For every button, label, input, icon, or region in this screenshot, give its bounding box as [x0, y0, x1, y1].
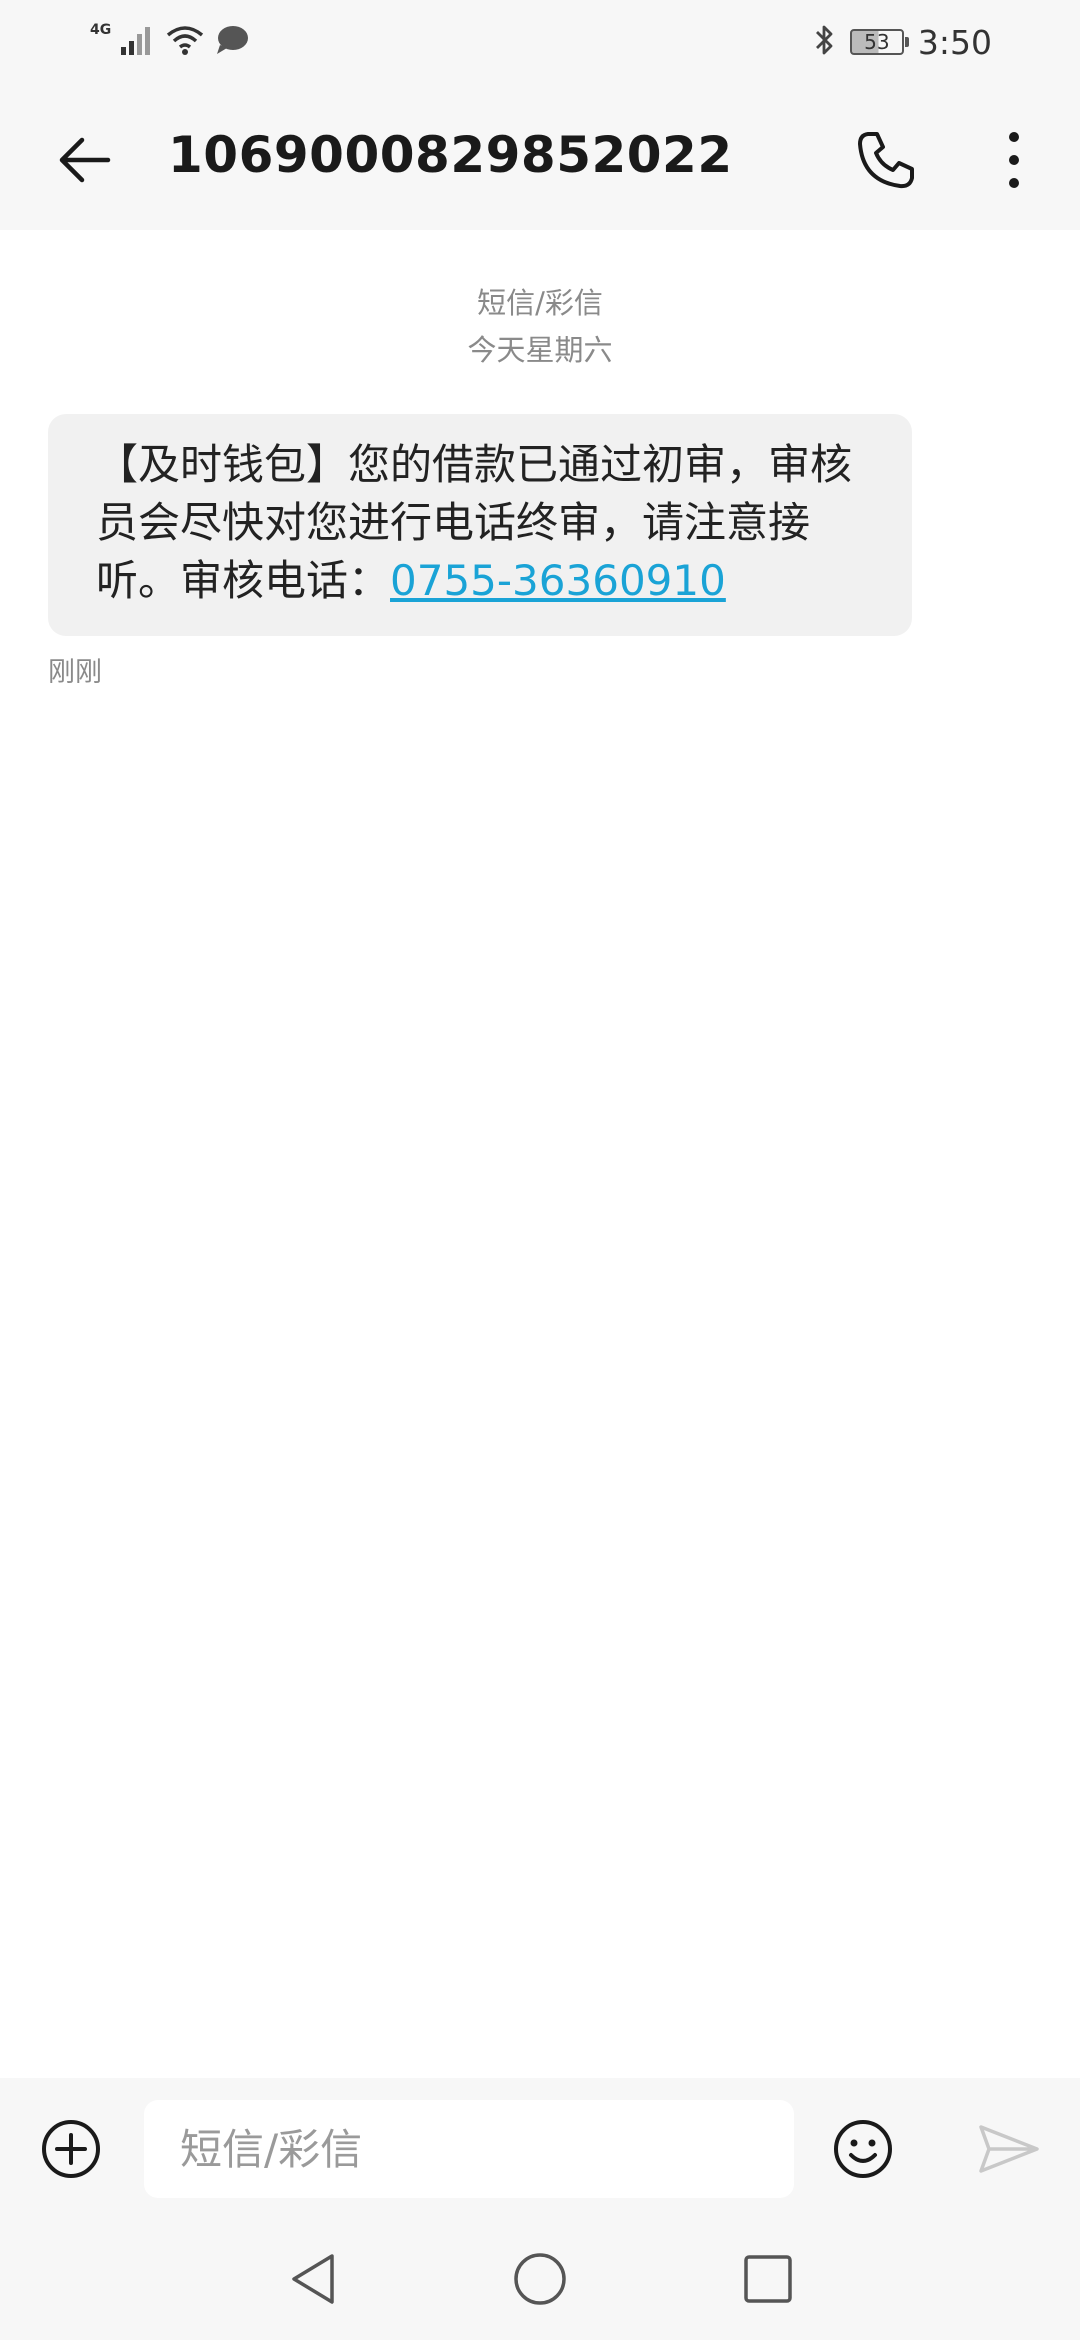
bluetooth-icon [814, 23, 836, 61]
add-attachment-button[interactable] [36, 2114, 106, 2184]
compose-bar [0, 2078, 1080, 2220]
send-button[interactable] [972, 2112, 1046, 2186]
network-type-label: 4G [90, 22, 112, 38]
back-arrow-icon [59, 137, 111, 183]
phone-icon [858, 132, 914, 189]
thread-date-label: 今天星期六 [467, 333, 613, 367]
send-icon [979, 2125, 1039, 2173]
status-clock: 3:50 [917, 22, 992, 62]
message-input[interactable] [144, 2100, 794, 2198]
more-options-button[interactable] [974, 120, 1054, 200]
nav-back-button[interactable] [278, 2244, 348, 2314]
wifi-icon [165, 24, 205, 60]
message-thread[interactable]: 短信/彩信 今天星期六 【及时钱包】您的借款已通过初审，审核员会尽快对您进行电话… [0, 230, 1080, 2078]
emoji-icon [834, 2120, 892, 2178]
nav-recents-button[interactable] [733, 2244, 803, 2314]
message-notification-icon [215, 25, 249, 59]
status-bar: 4G 53 3:50 [0, 0, 1080, 84]
phone-number-link[interactable]: 0755-36360910 [390, 556, 726, 605]
message-bubble[interactable]: 【及时钱包】您的借款已通过初审，审核员会尽快对您进行电话终审，请注意接听。审核电… [48, 414, 912, 636]
contact-number-title: 1069000829852022 [168, 126, 733, 184]
nav-back-icon [292, 2254, 334, 2304]
nav-home-icon [514, 2253, 566, 2305]
battery-level: 53 [864, 30, 890, 54]
status-right-group: 53 3:50 [814, 18, 992, 66]
system-navigation-bar [0, 2220, 1080, 2340]
signal-icon [121, 25, 155, 59]
conversation-header: 1069000829852022 [0, 84, 1080, 230]
call-button[interactable] [846, 120, 926, 200]
status-left-group: 4G [90, 18, 249, 66]
add-circle-icon [42, 2120, 100, 2178]
back-button[interactable] [44, 120, 124, 200]
battery-icon: 53 [849, 29, 909, 55]
thread-type-label: 短信/彩信 [477, 286, 603, 320]
emoji-button[interactable] [828, 2114, 898, 2184]
more-vertical-icon [1009, 132, 1019, 188]
nav-recents-icon [744, 2255, 792, 2303]
nav-home-button[interactable] [505, 2244, 575, 2314]
message-timestamp: 刚刚 [48, 657, 102, 688]
